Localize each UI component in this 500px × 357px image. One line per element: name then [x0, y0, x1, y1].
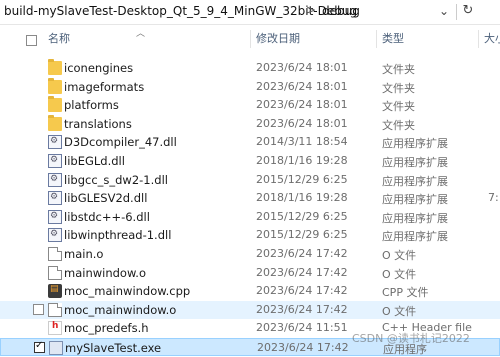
file-name: libstdc++-6.dll	[64, 209, 150, 224]
row-checkbox[interactable]	[33, 303, 44, 315]
column-header-name[interactable]: 名称	[48, 26, 70, 52]
dll-icon	[48, 135, 62, 150]
header-file-icon	[48, 321, 62, 336]
file-name: moc_mainwindow.o	[64, 302, 177, 317]
column-header-date[interactable]: 修改日期	[256, 26, 300, 52]
file-name: D3Dcompiler_47.dll	[64, 135, 177, 150]
folder-icon	[48, 77, 62, 94]
file-date: 2014/3/11 18:54	[256, 135, 348, 149]
file-size: 7:	[488, 191, 499, 205]
dll-icon	[48, 209, 62, 224]
breadcrumb-chevron-icon[interactable]: >	[306, 3, 316, 17]
file-date: 2023/6/24 18:01	[256, 79, 348, 93]
file-row[interactable]: translations 2023/6/24 18:01 文件夹	[0, 114, 500, 133]
chevron-down-icon[interactable]: ⌄	[434, 1, 454, 21]
file-date: 2015/12/29 6:25	[256, 228, 348, 242]
file-date: 2015/12/29 6:25	[256, 209, 348, 223]
file-name: mySlaveTest.exe	[65, 341, 162, 355]
file-row[interactable]: moc_mainwindow.o 2023/6/24 17:42 O 文件	[0, 300, 500, 319]
file-name: platforms	[64, 98, 119, 113]
file-name: iconengines	[64, 61, 134, 75]
file-type: 应用程序扩展	[382, 193, 448, 207]
folder-icon	[48, 59, 62, 75]
file-date: 2023/6/24 18:01	[256, 116, 348, 130]
column-divider[interactable]	[250, 30, 251, 48]
file-date: 2023/6/24 17:42	[256, 284, 348, 298]
breadcrumb-segment-build[interactable]: build-mySlaveTest-Desktop_Qt_5_9_4_MinGW…	[4, 4, 357, 18]
file-type: 文件夹	[382, 100, 415, 114]
address-divider	[456, 4, 457, 20]
file-date: 2018/1/16 19:28	[256, 154, 348, 167]
file-row[interactable]: libEGLd.dll 2018/1/16 19:28 应用程序扩展	[0, 152, 500, 170]
sort-up-icon: ︿	[136, 29, 146, 39]
row-checkbox[interactable]	[34, 340, 45, 353]
file-date: 2018/1/16 19:28	[256, 191, 348, 205]
file-type: 文件夹	[382, 63, 415, 76]
file-date: 2023/6/24 17:42	[256, 302, 348, 316]
file-name: moc_mainwindow.cpp	[64, 284, 191, 299]
watermark: CSDN @读书札记2022	[352, 332, 470, 345]
file-name: libwinpthread-1.dll	[64, 228, 172, 243]
column-header-size[interactable]: 大小	[484, 26, 500, 52]
file-date: 2023/6/24 18:01	[256, 98, 348, 112]
file-name: mainwindow.o	[64, 265, 146, 280]
file-icon	[48, 302, 62, 317]
file-row[interactable]: libGLESV2d.dll 2018/1/16 19:28 应用程序扩展 7:	[0, 189, 500, 207]
column-header-type[interactable]: 类型	[382, 26, 404, 52]
dll-icon	[48, 154, 62, 168]
file-type: O 文件	[382, 249, 417, 262]
file-type: O 文件	[382, 267, 417, 281]
refresh-icon[interactable]: ↻	[458, 1, 478, 21]
select-all-checkbox[interactable]	[26, 35, 37, 46]
file-row[interactable]: libwinpthread-1.dll 2015/12/29 6:25 应用程序扩展	[0, 226, 500, 244]
file-row[interactable]: mainwindow.o 2023/6/24 17:42 O 文件	[0, 264, 500, 282]
file-type: 文件夹	[382, 81, 415, 95]
file-row[interactable]: imageformats 2023/6/24 18:01 文件夹	[0, 77, 500, 96]
file-date: 2023/6/24 11:51	[256, 321, 348, 335]
file-name: imageformats	[64, 79, 145, 94]
file-type: 应用程序扩展	[382, 137, 448, 151]
file-name: libgcc_s_dw2-1.dll	[64, 172, 168, 187]
column-header-row: 名称 修改日期 类型 大小	[0, 26, 500, 52]
file-type: 应用程序扩展	[382, 156, 448, 169]
file-row[interactable]: D3Dcompiler_47.dll 2014/3/11 18:54 应用程序扩展	[0, 133, 500, 151]
file-date: 2023/6/24 17:42	[256, 247, 348, 260]
file-type: 应用程序扩展	[382, 174, 448, 188]
file-row[interactable]: platforms 2023/6/24 18:01 文件夹	[0, 96, 500, 114]
file-type: 应用程序扩展	[382, 230, 448, 244]
file-icon	[48, 247, 62, 261]
file-name: main.o	[64, 247, 104, 261]
file-type: 文件夹	[382, 118, 415, 132]
file-row[interactable]: libgcc_s_dw2-1.dll 2015/12/29 6:25 应用程序扩展	[0, 171, 500, 189]
exe-icon	[49, 341, 63, 355]
file-date: 2023/6/24 17:42	[256, 265, 348, 279]
file-type: O 文件	[382, 304, 417, 318]
cpp-file-icon	[48, 284, 62, 299]
file-date: 2023/6/24 18:01	[256, 61, 348, 74]
folder-icon	[48, 96, 62, 113]
dll-icon	[48, 172, 62, 187]
file-row[interactable]: moc_mainwindow.cpp 2023/6/24 17:42 CPP 文件	[0, 282, 500, 300]
file-name: libGLESV2d.dll	[64, 191, 148, 206]
dll-icon	[48, 228, 62, 243]
breadcrumb-segment-debug[interactable]: debug	[322, 4, 360, 18]
file-name: libEGLd.dll	[64, 154, 125, 168]
file-type: 应用程序扩展	[382, 211, 448, 225]
column-divider[interactable]	[478, 30, 479, 48]
file-date: 2015/12/29 6:25	[256, 172, 348, 186]
column-divider[interactable]	[376, 30, 377, 48]
file-name: moc_predefs.h	[64, 321, 149, 336]
file-name: translations	[64, 116, 132, 131]
address-bar[interactable]: build-mySlaveTest-Desktop_Qt_5_9_4_MinGW…	[0, 0, 500, 25]
file-icon	[48, 265, 62, 280]
file-date: 2023/6/24 17:42	[257, 341, 349, 354]
file-type: CPP 文件	[382, 286, 429, 300]
dll-icon	[48, 191, 62, 206]
folder-icon	[48, 114, 62, 131]
file-row[interactable]: libstdc++-6.dll 2015/12/29 6:25 应用程序扩展	[0, 208, 500, 226]
file-row[interactable]: iconengines 2023/6/24 18:01 文件夹	[0, 59, 500, 77]
file-row[interactable]: main.o 2023/6/24 17:42 O 文件	[0, 245, 500, 263]
